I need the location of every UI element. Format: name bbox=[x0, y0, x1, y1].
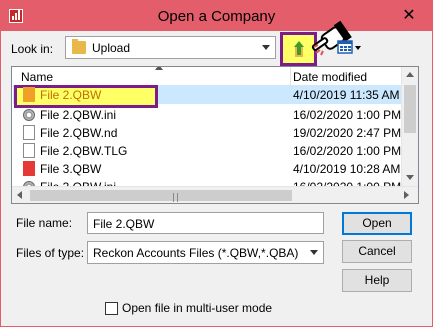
column-date-header[interactable]: Date modified bbox=[293, 70, 367, 84]
document-icon bbox=[23, 143, 35, 158]
multi-user-label[interactable]: Open file in multi-user mode bbox=[122, 301, 272, 315]
title-bar[interactable]: Open a Company ✕ bbox=[1, 1, 432, 31]
chevron-down-icon bbox=[310, 250, 318, 255]
folder-icon bbox=[72, 39, 86, 54]
help-button[interactable]: Help bbox=[342, 269, 412, 292]
vertical-scrollbar[interactable] bbox=[401, 67, 418, 186]
file-name: File 2.QBW.TLG bbox=[40, 144, 128, 158]
list-row[interactable]: File 2.QBW.TLG 16/02/2020 1:00 PM bbox=[13, 141, 405, 160]
close-button[interactable]: ✕ bbox=[386, 1, 432, 31]
list-row[interactable]: File 2.QBW.ini 16/02/2020 1:00 PM bbox=[13, 105, 405, 124]
chevron-down-icon bbox=[262, 45, 270, 50]
file-date: 16/02/2020 1:00 PM bbox=[293, 144, 402, 158]
look-in-label: Look in: bbox=[11, 42, 54, 56]
view-menu-icon bbox=[337, 40, 361, 54]
up-folder-icon bbox=[294, 41, 304, 57]
files-of-type-value: Reckon Accounts Files (*.QBW,*.QBA) bbox=[93, 246, 299, 260]
settings-file-icon bbox=[23, 109, 35, 121]
scroll-left-icon[interactable] bbox=[17, 191, 22, 199]
qbw-file-icon bbox=[23, 87, 35, 102]
file-name: File 3.QBW bbox=[40, 162, 102, 176]
look-in-dropdown[interactable]: Upload bbox=[65, 36, 276, 59]
list-row[interactable]: File 3.QBW 4/10/2019 10:28 AM bbox=[13, 159, 405, 178]
view-menu-button[interactable] bbox=[336, 37, 362, 57]
scroll-right-icon[interactable] bbox=[404, 191, 409, 199]
qbw-file-icon bbox=[23, 161, 35, 176]
horizontal-scrollbar[interactable] bbox=[12, 186, 418, 203]
files-of-type-label: Files of type: bbox=[16, 246, 85, 260]
list-header: Name Date modified bbox=[12, 67, 418, 87]
file-name-input[interactable]: File 2.QBW bbox=[87, 212, 324, 234]
scroll-up-icon[interactable] bbox=[406, 72, 414, 77]
file-name: File 2.QBW.nd bbox=[40, 126, 118, 140]
file-date: 4/10/2019 10:28 AM bbox=[293, 162, 401, 176]
scroll-down-icon[interactable] bbox=[406, 175, 414, 180]
multi-user-checkbox[interactable] bbox=[105, 302, 118, 315]
look-in-value: Upload bbox=[92, 41, 131, 55]
file-date: 4/10/2019 11:35 AM bbox=[293, 88, 400, 102]
file-name-label: File name: bbox=[16, 216, 73, 230]
document-icon bbox=[23, 125, 35, 140]
file-name: File 2.QBW bbox=[40, 88, 102, 102]
window-title: Open a Company bbox=[157, 8, 276, 25]
cancel-button[interactable]: Cancel bbox=[342, 240, 412, 263]
list-row-file-2-qbw[interactable]: File 2.QBW 4/10/2019 11:35 AM bbox=[13, 85, 405, 108]
vertical-scroll-thumb[interactable] bbox=[404, 85, 416, 133]
horizontal-scroll-thumb[interactable] bbox=[30, 190, 292, 202]
column-name-header[interactable]: Name bbox=[21, 70, 53, 84]
open-button[interactable]: Open bbox=[342, 212, 412, 235]
sort-ascending-icon bbox=[155, 67, 163, 70]
file-list[interactable]: Name Date modified File 2.QBW 4/10/2019 … bbox=[11, 66, 419, 204]
open-company-dialog: Open a Company ✕ Look in: Upload Name Da… bbox=[0, 0, 433, 327]
files-of-type-dropdown[interactable]: Reckon Accounts Files (*.QBW,*.QBA) bbox=[87, 241, 324, 264]
list-row[interactable]: File 2.QBW.nd 19/02/2020 2:47 PM bbox=[13, 123, 405, 142]
file-name: File 2.QBW.ini bbox=[40, 108, 117, 122]
file-date: 19/02/2020 2:47 PM bbox=[293, 126, 402, 140]
file-date: 16/02/2020 1:00 PM bbox=[293, 108, 402, 122]
